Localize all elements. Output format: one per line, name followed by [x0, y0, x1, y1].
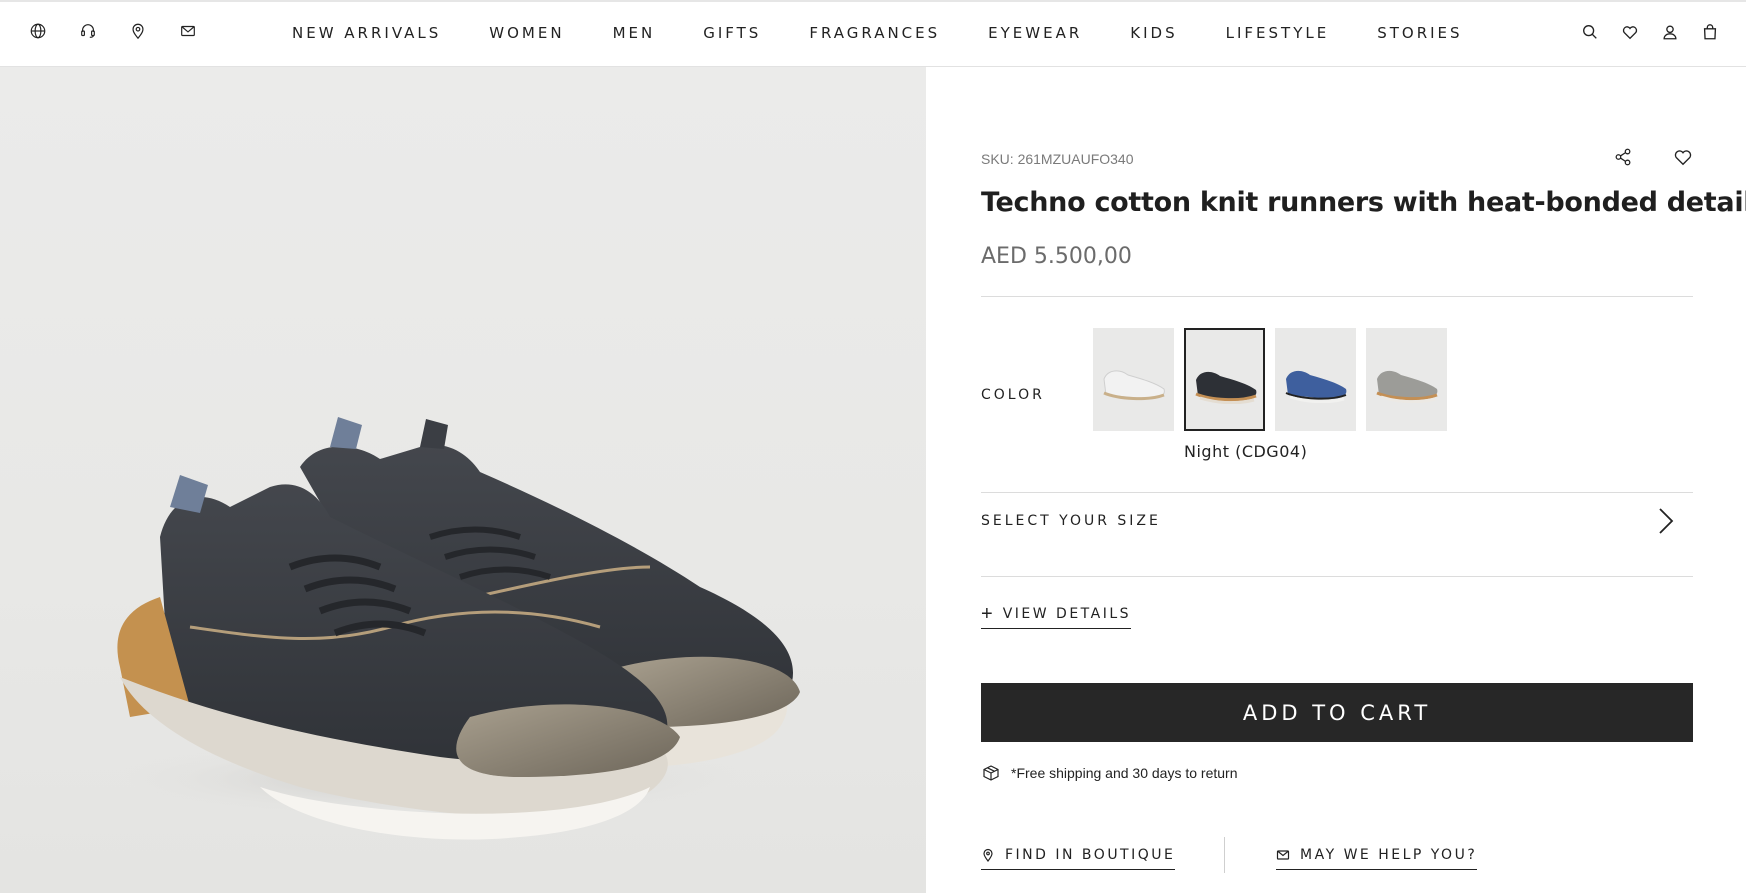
mail-icon — [1276, 848, 1290, 862]
nav-men[interactable]: MEN — [613, 24, 656, 42]
may-we-help-label: MAY WE HELP YOU? — [1300, 847, 1478, 863]
divider — [981, 296, 1693, 297]
nav-fragrances[interactable]: FRAGRANCES — [809, 24, 940, 42]
find-in-boutique-link[interactable]: FIND IN BOUTIQUE — [981, 847, 1176, 870]
wishlist-heart-icon[interactable] — [1673, 147, 1693, 167]
globe-icon[interactable] — [28, 21, 48, 41]
color-label: COLOR — [981, 387, 1045, 403]
package-icon — [981, 763, 1001, 783]
swatch-white[interactable] — [1093, 328, 1174, 431]
share-icon[interactable] — [1613, 147, 1633, 167]
product-image[interactable] — [0, 67, 926, 893]
search-icon[interactable] — [1580, 22, 1600, 42]
plus-icon: + — [981, 603, 993, 625]
main-nav: NEW ARRIVALS WOMEN MEN GIFTS FRAGRANCES … — [292, 24, 1511, 42]
nav-gifts[interactable]: GIFTS — [703, 24, 761, 42]
link-separator — [1224, 837, 1225, 873]
utility-icons — [28, 21, 198, 41]
find-in-boutique-label: FIND IN BOUTIQUE — [1005, 847, 1176, 863]
view-details-link[interactable]: + VIEW DETAILS — [981, 603, 1132, 629]
shipping-note: *Free shipping and 30 days to return — [981, 763, 1237, 783]
may-we-help-link[interactable]: MAY WE HELP YOU? — [1276, 847, 1478, 870]
headset-icon[interactable] — [78, 21, 98, 41]
product-title: Techno cotton knit runners with heat-bon… — [981, 187, 1746, 218]
selected-color-name: Night (CDG04) — [1184, 442, 1308, 461]
chevron-right-icon — [1655, 505, 1677, 542]
nav-stories[interactable]: STORIES — [1377, 24, 1462, 42]
location-pin-icon[interactable] — [128, 21, 148, 41]
nav-eyewear[interactable]: EYEWEAR — [988, 24, 1082, 42]
swatch-night[interactable] — [1184, 328, 1265, 431]
view-details-label: VIEW DETAILS — [1002, 606, 1132, 622]
product-details-panel: SKU: 261MZUAUFO340 Techno cotton knit ru… — [981, 67, 1746, 893]
heart-icon[interactable] — [1620, 22, 1640, 42]
color-swatches — [1093, 328, 1447, 431]
service-links: FIND IN BOUTIQUE MAY WE HELP YOU? — [981, 837, 1693, 877]
swatch-grey[interactable] — [1366, 328, 1447, 431]
divider — [981, 576, 1693, 577]
product-sku: SKU: 261MZUAUFO340 — [981, 151, 1134, 167]
mail-icon[interactable] — [178, 21, 198, 41]
bag-icon[interactable] — [1700, 22, 1720, 42]
nav-lifestyle[interactable]: LIFESTYLE — [1226, 24, 1330, 42]
location-pin-icon — [981, 848, 995, 862]
user-icon[interactable] — [1660, 22, 1680, 42]
nav-women[interactable]: WOMEN — [489, 24, 564, 42]
nav-new-arrivals[interactable]: NEW ARRIVALS — [292, 24, 441, 42]
size-label: SELECT YOUR SIZE — [981, 513, 1161, 529]
product-actions — [1613, 147, 1693, 167]
select-size-row[interactable]: SELECT YOUR SIZE — [981, 493, 1693, 543]
sneaker-illustration — [100, 417, 800, 840]
product-price: AED 5.500,00 — [981, 244, 1132, 269]
swatch-blue[interactable] — [1275, 328, 1356, 431]
top-navigation-bar: NEW ARRIVALS WOMEN MEN GIFTS FRAGRANCES … — [0, 0, 1746, 67]
nav-kids[interactable]: KIDS — [1130, 24, 1177, 42]
add-to-cart-button[interactable]: ADD TO CART — [981, 683, 1693, 742]
shipping-note-text: *Free shipping and 30 days to return — [1011, 765, 1238, 781]
header-actions — [1580, 22, 1720, 42]
